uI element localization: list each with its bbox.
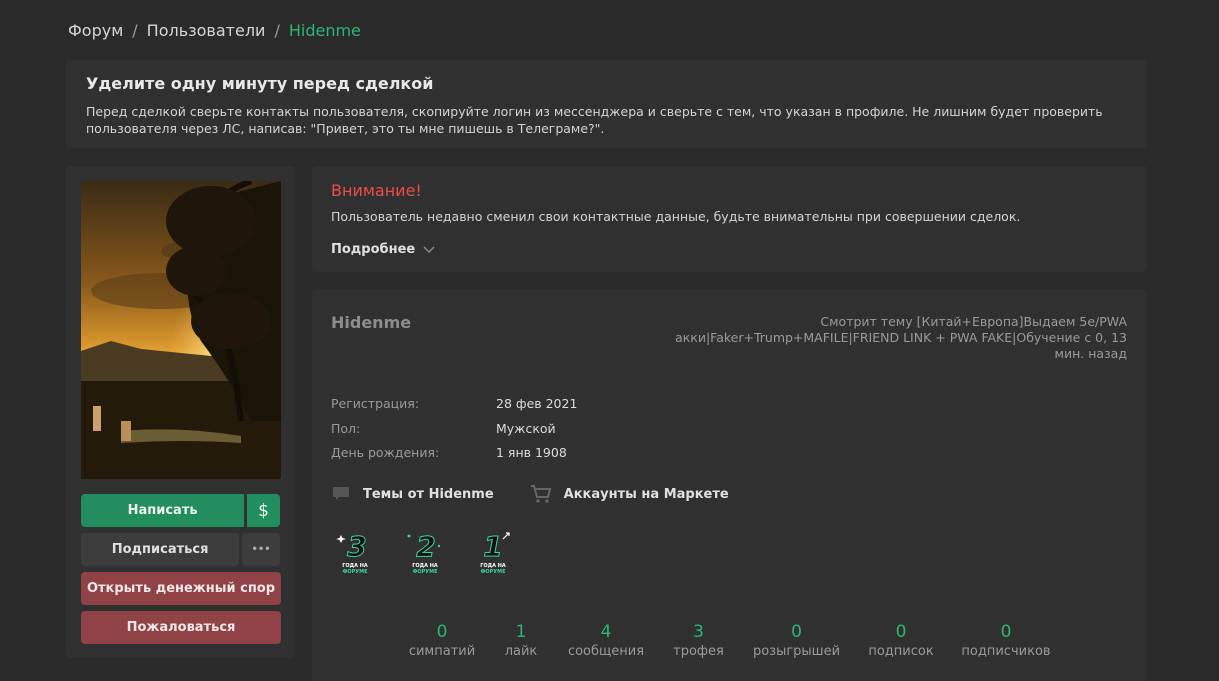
stat-value: 1 (515, 622, 527, 642)
trophy-1-year-badge[interactable]: 1 ГОДА НА ФОРУМЕ (473, 528, 517, 580)
stat-label: подписчиков (961, 644, 1051, 659)
trophy-number: 2 (416, 530, 435, 563)
cart-icon (530, 485, 551, 503)
info-label: День рождения: (331, 445, 440, 460)
stat-value: 0 (895, 622, 907, 642)
market-accounts-link[interactable]: Аккаунты на Маркете (530, 484, 729, 504)
info-value: 28 фев 2021 (496, 396, 578, 411)
more-details-label: Подробнее (331, 242, 416, 257)
stat-value: 3 (693, 622, 704, 642)
deal-notice: Уделите одну минуту перед сделкой Перед … (66, 60, 1147, 148)
profile-info: Регистрация: 28 фев 2021 Пол: Мужской Де… (331, 396, 577, 470)
profile-panel: Hidenme Смотрит тему [Китай+Европа]Выдае… (312, 290, 1147, 681)
trophy-list: 3 ГОДА НА ФОРУМЕ 2 ГОДА НА ФОРУМЕ 1 ГОДА… (333, 528, 517, 580)
notice-title: Уделите одну минуту перед сделкой (86, 74, 434, 93)
avatar[interactable] (81, 181, 281, 479)
trophy-caption: ФОРУМЕ (480, 569, 506, 575)
breadcrumb-forum-link[interactable]: Форум (68, 21, 123, 40)
stat-label: симпатий (408, 644, 476, 659)
write-message-button[interactable]: Написать (81, 494, 245, 527)
avatar-image (81, 181, 281, 479)
stat-subscribers[interactable]: 0 подписчиков (954, 622, 1058, 659)
info-value: 1 янв 1908 (496, 445, 567, 460)
notice-text: Перед сделкой сверьте контакты пользоват… (86, 104, 1103, 136)
profile-activity[interactable]: Смотрит тему [Китай+Европа]Выдаем 5e/PWA… (657, 314, 1127, 362)
chevron-down-icon (423, 246, 435, 253)
info-row-gender: Пол: Мужской (331, 421, 577, 446)
market-accounts-label: Аккаунты на Маркете (563, 486, 729, 502)
profile-username: Hidenme (331, 313, 412, 332)
stat-subscriptions[interactable]: 0 подписок (848, 622, 954, 659)
info-row-registration: Регистрация: 28 фев 2021 (331, 396, 577, 421)
breadcrumb: Форум / Пользователи / Hidenme (68, 21, 361, 40)
stat-label: подписок (868, 644, 934, 659)
stat-trophies[interactable]: 3 трофея (652, 622, 745, 659)
trophy-badge-icon: 3 ГОДА НА ФОРУМЕ (336, 530, 368, 575)
stat-value: 0 (1000, 622, 1012, 642)
breadcrumb-separator: / (274, 21, 280, 40)
dollar-icon[interactable]: $ (247, 494, 280, 527)
breadcrumb-separator: / (132, 21, 138, 40)
open-dispute-button[interactable]: Открыть денежный спор (81, 572, 281, 605)
stat-likes[interactable]: 1 лайк (482, 622, 560, 659)
more-details-toggle[interactable]: Подробнее (331, 242, 435, 257)
breadcrumb-current: Hidenme (288, 21, 361, 40)
stat-label: сообщения (567, 644, 645, 659)
info-label: Регистрация: (331, 396, 420, 411)
stat-giveaways[interactable]: 0 розыгрышей (745, 622, 848, 659)
profile-links: Темы от Hidenme Аккаунты на Маркете (331, 484, 729, 504)
info-label: Пол: (331, 420, 361, 436)
info-row-birthday: День рождения: 1 янв 1908 (331, 445, 577, 470)
trophy-caption: ФОРУМЕ (342, 569, 368, 575)
more-options-icon[interactable]: ••• (242, 533, 280, 566)
profile-sidebar: Написать $ Подписаться ••• Открыть денеж… (66, 166, 295, 658)
trophy-number: 1 (483, 530, 502, 563)
profile-stats: 0 симпатий 1 лайк 4 сообщения 3 трофея 0… (402, 622, 1058, 659)
contact-change-warning: Внимание! Пользователь недавно сменил св… (312, 166, 1147, 272)
trophy-badge-icon: 2 ГОДА НА ФОРУМЕ (407, 530, 441, 575)
stat-label: трофея (673, 644, 724, 659)
stat-label: лайк (504, 644, 538, 659)
stat-likes-received[interactable]: 0 симпатий (402, 622, 482, 659)
stat-value: 4 (600, 622, 612, 642)
stat-value: 0 (436, 622, 448, 642)
warning-text: Пользователь недавно сменил свои контакт… (331, 209, 1021, 224)
trophy-3-years-badge[interactable]: 3 ГОДА НА ФОРУМЕ (333, 528, 377, 580)
breadcrumb-users-link[interactable]: Пользователи (147, 21, 266, 40)
trophy-badge-icon: 1 ГОДА НА ФОРУМЕ (480, 530, 510, 575)
trophy-2-years-badge[interactable]: 2 ГОДА НА ФОРУМЕ (403, 528, 447, 580)
trophy-number: 3 (347, 530, 366, 563)
speech-bubble-icon (333, 487, 349, 500)
user-topics-label: Темы от Hidenme (363, 486, 494, 502)
user-topics-link[interactable]: Темы от Hidenme (331, 484, 494, 504)
trophy-caption: ФОРУМЕ (412, 569, 438, 575)
stat-label: розыгрышей (752, 644, 841, 659)
report-button[interactable]: Пожаловаться (81, 611, 281, 644)
info-value: Мужской (496, 420, 556, 436)
warning-title: Внимание! (331, 181, 422, 200)
stat-value: 0 (791, 622, 802, 642)
stat-messages[interactable]: 4 сообщения (560, 622, 652, 659)
subscribe-button[interactable]: Подписаться (81, 533, 240, 566)
